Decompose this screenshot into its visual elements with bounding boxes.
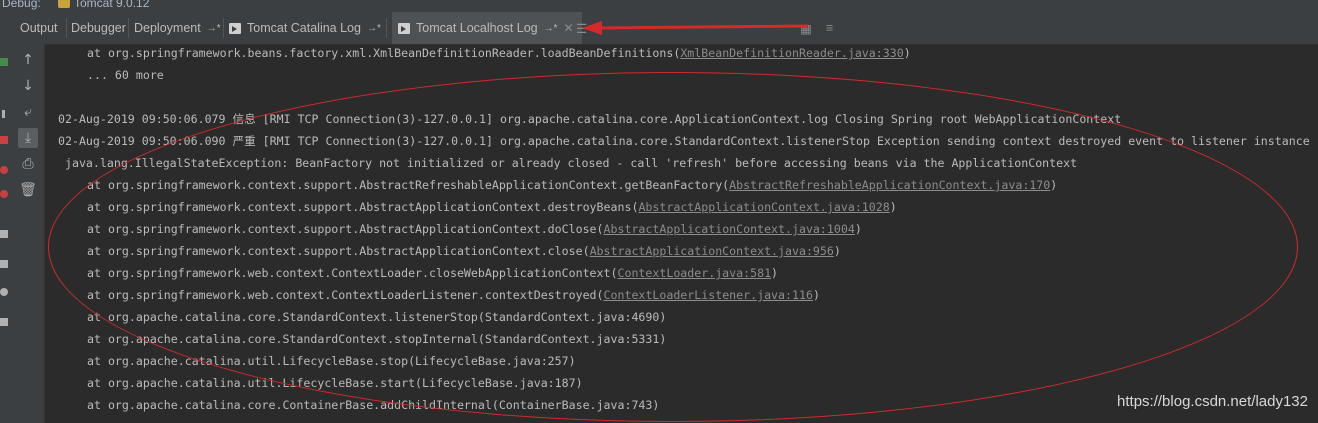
pin-icon: →* (543, 22, 558, 34)
soft-wrap-icon[interactable]: ⤶ (18, 102, 38, 122)
print-icon[interactable]: ⎙ (18, 154, 38, 174)
stop-icon[interactable] (0, 136, 8, 144)
tomcat-log-icon (229, 22, 241, 34)
annotation-ellipse (48, 72, 1298, 422)
close-icon[interactable]: ✕ (564, 21, 574, 35)
tab-deployment[interactable]: Deployment →* (134, 12, 221, 44)
log-line: ... 60 more (87, 68, 164, 82)
tab-debugger[interactable]: Debugger (71, 12, 126, 44)
resume-icon[interactable] (0, 58, 8, 66)
watermark: https://blog.csdn.net/lady132 (1117, 393, 1308, 410)
debug-title-bar: Debug: Tomcat 9.0.12 (0, 0, 1318, 12)
pause-icon[interactable] (2, 110, 5, 118)
source-link[interactable]: XmlBeanDefinitionReader.java:330 (680, 46, 903, 60)
breakpoint-icon[interactable] (0, 166, 8, 174)
console-toolbar: ↑ ↓ ⤶ ⤓ ⎙ 🗑 (12, 44, 45, 423)
pin-icon: →* (206, 22, 221, 34)
up-arrow-icon[interactable]: ↑ (18, 50, 38, 70)
scroll-to-end-icon[interactable]: ⤓ (18, 128, 38, 148)
pin-icon: →* (366, 22, 381, 34)
tab-tomcat-localhost-log[interactable]: Tomcat Localhost Log →* ✕ (392, 12, 582, 44)
down-arrow-icon[interactable]: ↓ (18, 76, 38, 96)
debug-label: Debug: (2, 0, 41, 10)
trash-icon[interactable]: 🗑 (18, 180, 38, 200)
tab-output[interactable]: Output (20, 12, 58, 44)
layout-grid-icon[interactable] (0, 260, 8, 268)
gear-icon[interactable] (0, 288, 8, 296)
mute-breakpoints-icon[interactable] (0, 190, 8, 198)
tomcat-icon (58, 0, 70, 8)
pin-tool-icon[interactable] (0, 318, 8, 326)
settings-icon[interactable]: ≡ (826, 12, 833, 44)
camera-icon[interactable] (0, 230, 8, 238)
annotation-arrow (582, 21, 809, 35)
tab-tomcat-catalina-log[interactable]: Tomcat Catalina Log →* (229, 12, 381, 44)
log-line: at org.springframework.beans.factory.xml… (87, 46, 911, 60)
left-side-strip (0, 44, 12, 423)
tomcat-log-icon (398, 22, 410, 34)
run-config-name[interactable]: Tomcat 9.0.12 (74, 0, 149, 10)
